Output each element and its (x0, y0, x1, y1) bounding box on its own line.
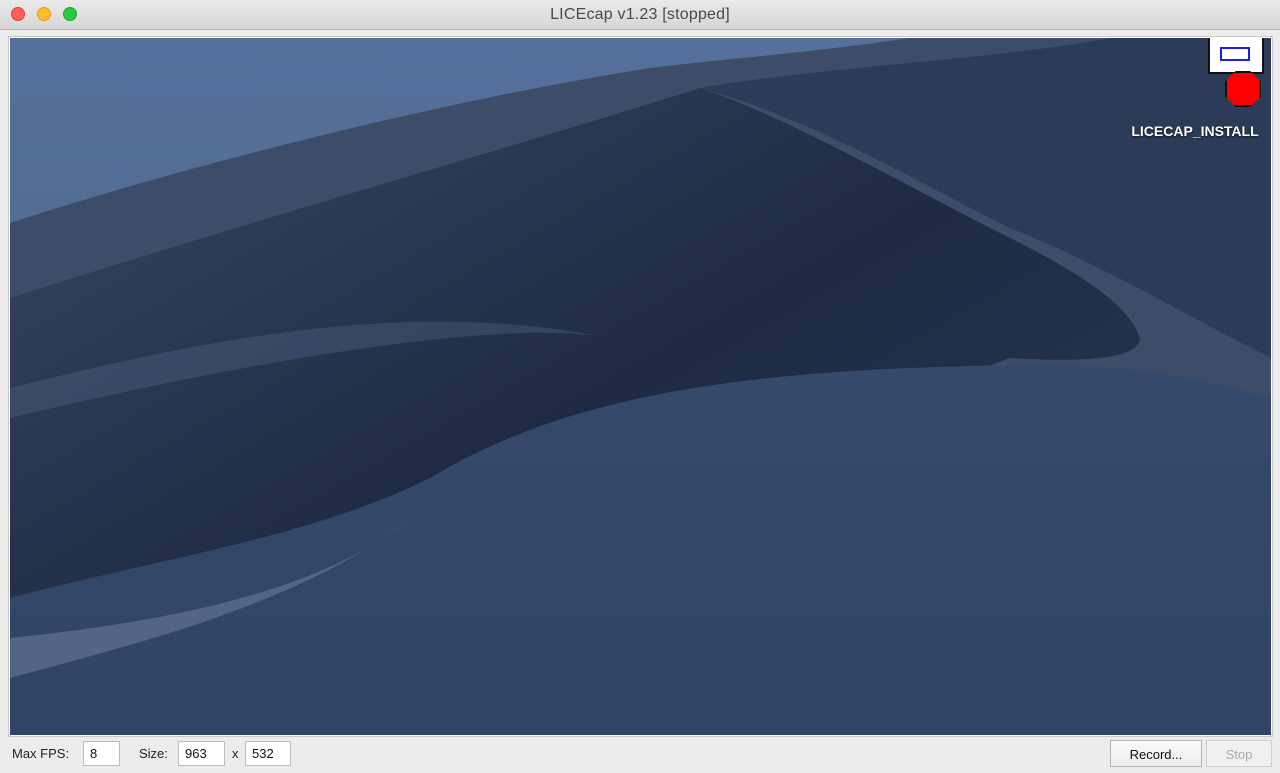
record-dot-icon (1225, 71, 1261, 107)
width-input[interactable]: 963 (178, 741, 225, 766)
height-input[interactable]: 532 (245, 741, 291, 766)
size-separator: x (232, 746, 239, 761)
max-fps-input[interactable]: 8 (83, 741, 120, 766)
dunes-illustration (10, 38, 1271, 735)
size-label: Size: (139, 746, 168, 761)
control-bar: Max FPS: 8 Size: 963 x 532 Record... Sto… (0, 737, 1280, 773)
desktop-icon-label: LICECAP_INSTALL (1131, 123, 1259, 139)
licecap-installer-icon (1163, 38, 1264, 108)
window-title: LICEcap v1.23 [stopped] (550, 6, 730, 23)
stop-button[interactable]: Stop (1206, 740, 1272, 767)
max-fps-label: Max FPS: (12, 746, 70, 761)
board-shape (1208, 38, 1264, 74)
record-button[interactable]: Record... (1110, 740, 1202, 767)
capture-area[interactable]: LICECAP_INSTALL (8, 36, 1273, 737)
desktop-wallpaper: LICECAP_INSTALL (10, 38, 1271, 735)
board-rect (1220, 47, 1250, 61)
desktop-icon-licecap-install[interactable] (1118, 38, 1268, 108)
title-bar[interactable]: LICEcap v1.23 [stopped] (0, 0, 1280, 30)
